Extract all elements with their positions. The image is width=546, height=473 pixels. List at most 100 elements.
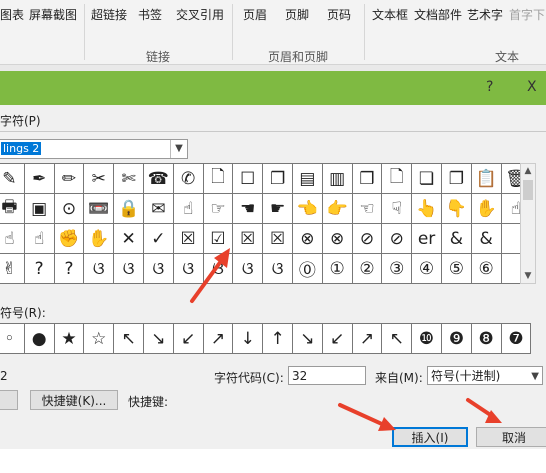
recent-symbol-cell[interactable]: ↙ [322, 324, 353, 354]
symbol-cell[interactable]: & [441, 224, 472, 254]
ribbon-quickparts-button[interactable]: 文档部件 [414, 6, 462, 23]
symbol-cell[interactable]: ✂ [84, 164, 115, 194]
help-button[interactable]: ? [486, 79, 493, 95]
symbol-cell[interactable]: & [471, 224, 502, 254]
symbol-cell[interactable]: ☒ [173, 224, 204, 254]
recent-symbol-cell[interactable]: ◦ [0, 324, 25, 354]
symbol-cell[interactable]: ☐ [233, 164, 264, 194]
ribbon-footer-button[interactable]: 页脚 [285, 6, 309, 23]
symbol-cell[interactable]: ✉ [143, 194, 174, 224]
symbol-cell[interactable]: ☒ [263, 224, 293, 254]
symbol-cell[interactable]: 🖶 [0, 194, 25, 224]
symbol-cell[interactable]: ☝ [173, 194, 204, 224]
symbol-cell[interactable]: ▤ [292, 164, 323, 194]
symbol-cell[interactable]: ❒ [352, 164, 383, 194]
ribbon-pagenum-button[interactable]: 页码 [327, 6, 351, 23]
symbol-cell[interactable]: ? [24, 254, 55, 284]
symbol-cell[interactable]: ✒ [24, 164, 55, 194]
insert-button[interactable]: 插入(I) [392, 427, 468, 447]
recent-symbol-cell[interactable]: ↗ [352, 324, 383, 354]
symbol-cell[interactable]: ⊗ [322, 224, 353, 254]
symbol-cell[interactable]: ✌ [0, 254, 25, 284]
symbol-cell[interactable]: ⑥ [471, 254, 502, 284]
symbol-cell[interactable]: ✏ [54, 164, 85, 194]
font-select[interactable]: lings 2 ▼ [0, 139, 188, 159]
symbol-cell[interactable]: ✊ [54, 224, 85, 254]
symbol-cell[interactable]: ☜ [352, 194, 383, 224]
symbol-cell[interactable]: ② [352, 254, 383, 284]
symbol-cell[interactable]: ✕ [114, 224, 144, 254]
ribbon-wordart-button[interactable]: 艺术字 [467, 6, 503, 23]
ribbon-crossref-button[interactable]: 交叉引用 [176, 6, 224, 23]
symbol-cell[interactable]: ⊘ [352, 224, 383, 254]
symbol-cell[interactable]: 🗋 [203, 164, 234, 194]
symbol-cell[interactable]: er [412, 224, 442, 254]
symbol-cell[interactable]: ଓ [173, 254, 204, 284]
symbol-cell[interactable]: ❐ [263, 164, 293, 194]
symbol-cell[interactable]: ଓ [114, 254, 144, 284]
symbol-cell[interactable]: ① [322, 254, 353, 284]
symbol-cell[interactable]: 📼 [84, 194, 115, 224]
dialog-titlebar[interactable]: ? X [0, 71, 546, 105]
symbol-cell[interactable]: ☟ [382, 194, 413, 224]
symbol-cell[interactable]: ⊙ [54, 194, 85, 224]
recent-symbol-cell[interactable]: ❾ [441, 324, 472, 354]
symbol-cell[interactable]: ✋ [471, 194, 502, 224]
symbol-cell[interactable]: ✆ [173, 164, 204, 194]
symbol-cell[interactable]: ▥ [322, 164, 353, 194]
symbol-cell[interactable]: ☝ [0, 224, 25, 254]
symbol-cell[interactable]: ⊘ [382, 224, 413, 254]
cancel-button[interactable]: 取消 [476, 427, 546, 447]
ribbon-dropcap-button[interactable]: 首字下 [509, 6, 545, 23]
symbol-cell[interactable]: 👆 [412, 194, 442, 224]
symbol-cell[interactable]: 🗋 [382, 164, 413, 194]
ribbon-chart-button[interactable]: 图表 [0, 6, 24, 23]
ribbon-hyperlink-button[interactable]: 超链接 [91, 6, 127, 23]
symbol-cell[interactable]: 👉 [322, 194, 353, 224]
symbol-cell[interactable]: 📋 [471, 164, 502, 194]
recent-symbol-cell[interactable]: ● [24, 324, 55, 354]
recent-symbol-cell[interactable]: ↙ [173, 324, 204, 354]
recent-symbol-cell[interactable]: ↘ [292, 324, 323, 354]
symbol-grid-scrollbar[interactable]: ▲ ▼ [520, 163, 536, 284]
symbol-cell[interactable]: ✄ [114, 164, 144, 194]
symbol-cell[interactable]: ☚ [233, 194, 264, 224]
symbol-cell[interactable]: ⓪ [292, 254, 323, 284]
recent-symbol-cell[interactable]: ❼ [501, 324, 532, 354]
recent-symbol-cell[interactable]: ↖ [382, 324, 413, 354]
symbol-cell[interactable]: ? [54, 254, 85, 284]
symbol-cell[interactable]: ✎ [0, 164, 25, 194]
shortcut-key-button[interactable]: 快捷键(K)... [30, 390, 118, 410]
symbol-cell[interactable]: ଓ [263, 254, 293, 284]
ribbon-screenshot-button[interactable]: 屏幕截图 [29, 6, 77, 23]
symbol-cell[interactable]: ✋ [84, 224, 115, 254]
chevron-down-icon[interactable]: ▼ [531, 367, 539, 386]
symbol-cell[interactable]: ③ [382, 254, 413, 284]
chevron-down-icon[interactable]: ▼ [170, 140, 187, 158]
tab-special-characters[interactable]: 字符(P) [0, 112, 41, 129]
recent-symbol-cell[interactable]: ↑ [263, 324, 293, 354]
close-button[interactable]: X [527, 79, 537, 95]
ribbon-textbox-button[interactable]: 文本框 [372, 6, 408, 23]
symbol-cell[interactable]: ❐ [441, 164, 472, 194]
symbol-cell[interactable]: ଓ [203, 254, 234, 284]
ribbon-bookmark-button[interactable]: 书签 [138, 6, 162, 23]
recent-symbol-cell[interactable]: ↗ [203, 324, 234, 354]
scrollbar-thumb[interactable] [523, 180, 533, 200]
scroll-up-icon[interactable]: ▲ [521, 166, 535, 176]
symbol-cell[interactable]: ☞ [203, 194, 234, 224]
recent-symbol-cell[interactable]: ☆ [84, 324, 115, 354]
symbol-cell[interactable]: ଓ [143, 254, 174, 284]
recent-symbol-cell[interactable]: ❽ [471, 324, 502, 354]
recent-symbol-cell[interactable]: ❿ [412, 324, 442, 354]
from-select[interactable]: 符号(十进制) ▼ [427, 366, 543, 385]
symbol-cell[interactable]: ▣ [24, 194, 55, 224]
recent-symbol-cell[interactable]: ↘ [143, 324, 174, 354]
symbol-cell[interactable]: ଓ [84, 254, 115, 284]
symbol-cell[interactable]: ④ [412, 254, 442, 284]
symbol-cell[interactable]: ❏ [412, 164, 442, 194]
char-code-input[interactable]: 32 [288, 366, 366, 385]
recent-symbol-cell[interactable]: ★ [54, 324, 85, 354]
recent-symbol-cell[interactable]: ↖ [114, 324, 144, 354]
symbol-cell[interactable]: 🔒 [114, 194, 144, 224]
